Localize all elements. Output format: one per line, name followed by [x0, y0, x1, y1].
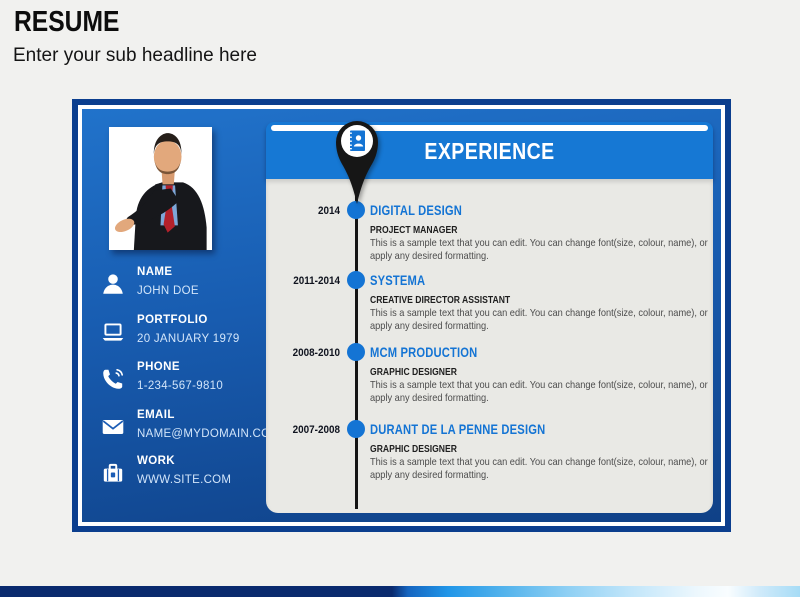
contact-value: JOHN DOE: [137, 285, 268, 297]
contact-label: EMAIL: [137, 409, 268, 421]
briefcase-icon: [98, 458, 128, 488]
entry-years: 2014: [273, 205, 340, 217]
contact-value: 20 JANUARY 1979: [137, 333, 268, 345]
address-book-icon: [334, 114, 380, 206]
entry-role: PROJECT MANAGER: [370, 225, 457, 236]
contact-label: PORTFOLIO: [137, 314, 268, 326]
entry-role: CREATIVE DIRECTOR ASSISTANT: [370, 295, 510, 306]
entry-years: 2008-2010: [273, 347, 340, 359]
entry-company: SYSTEMA: [370, 272, 425, 288]
entry-company: DURANT DE LA PENNE DESIGN: [370, 421, 545, 437]
contact-value: NAME@MYDOMAIN.COM: [137, 428, 268, 440]
footer-gradient-bar: [0, 586, 800, 597]
entry-description: This is a sample text that you can edit.…: [370, 308, 710, 334]
page-subtitle: Enter your sub headline here: [13, 45, 257, 67]
person-icon: [98, 269, 128, 299]
page-title: RESUME: [14, 6, 119, 39]
contact-label: NAME: [137, 266, 268, 278]
entry-company: MCM PRODUCTION: [370, 344, 477, 360]
laptop-icon: [98, 317, 128, 347]
entry-company: DIGITAL DESIGN: [370, 202, 462, 218]
entry-role: GRAPHIC DESIGNER: [370, 367, 457, 378]
experience-content: 2014 DIGITAL DESIGN PROJECT MANAGER This…: [266, 179, 713, 513]
location-pin: [334, 114, 380, 206]
contact-item-portfolio: PORTFOLIO 20 JANUARY 1979: [98, 314, 268, 345]
timeline-dot: [347, 420, 365, 438]
resume-card: NAME JOHN DOE PORTFOLIO 20 JANUARY 1979 …: [72, 99, 731, 532]
profile-photo: [109, 127, 212, 250]
entry-years: 2007-2008: [273, 424, 340, 436]
experience-panel: EXPERIENCE: [266, 122, 713, 513]
contact-label: PHONE: [137, 361, 268, 373]
entry-description: This is a sample text that you can edit.…: [370, 457, 710, 483]
contact-label: WORK: [137, 455, 268, 467]
contact-item-work: WORK WWW.SITE.COM: [98, 455, 268, 486]
timeline-dot: [347, 343, 365, 361]
entry-description: This is a sample text that you can edit.…: [370, 380, 710, 406]
entry-years: 2011-2014: [273, 275, 340, 287]
envelope-icon: [98, 412, 128, 442]
contact-item-name: NAME JOHN DOE: [98, 266, 268, 297]
entry-description: This is a sample text that you can edit.…: [370, 238, 710, 264]
man-portrait-illustration: [109, 127, 212, 250]
contact-item-phone: PHONE 1-234-567-9810: [98, 361, 268, 392]
timeline-dot: [347, 271, 365, 289]
entry-role: GRAPHIC DESIGNER: [370, 444, 457, 455]
contact-item-email: EMAIL NAME@MYDOMAIN.COM: [98, 409, 268, 440]
phone-icon: [98, 364, 128, 394]
contact-value: WWW.SITE.COM: [137, 474, 268, 486]
contact-value: 1-234-567-9810: [137, 380, 268, 392]
resume-slide: RESUME Enter your sub headline here: [0, 0, 800, 597]
